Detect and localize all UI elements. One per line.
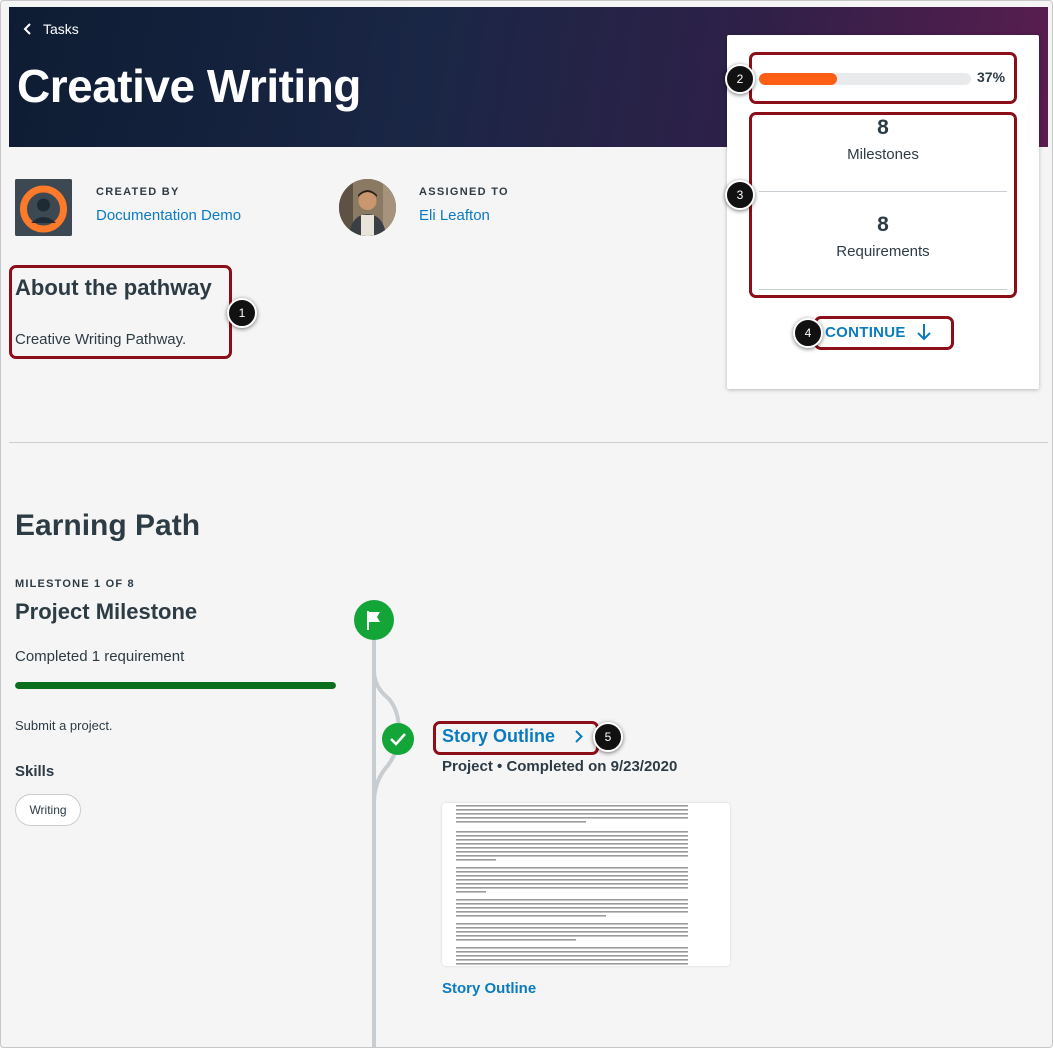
requirement-link[interactable]: Story Outline: [442, 726, 583, 747]
earning-path-title: Earning Path: [15, 509, 201, 542]
assignee-photo: [339, 179, 396, 236]
app-window: Tasks Creative Writing CREATED BY Docume…: [0, 0, 1053, 1048]
progress-bar-fill: [759, 73, 838, 85]
chevron-right-icon: [575, 730, 583, 743]
milestone-flag-icon: [354, 600, 394, 640]
progress-percent: 37%: [977, 69, 1006, 85]
milestones-label: Milestones: [847, 146, 919, 163]
milestone-description: Submit a project.: [15, 718, 113, 733]
page-title: Creative Writing: [17, 60, 361, 112]
requirement-title: Story Outline: [442, 726, 556, 746]
milestone-title: Project Milestone: [15, 599, 198, 624]
assigned-to-link[interactable]: Eli Leafton: [419, 207, 490, 224]
stats-divider: [759, 191, 1007, 192]
skill-tag[interactable]: Writing: [15, 794, 81, 826]
attachment-caption-link[interactable]: Story Outline: [442, 980, 536, 997]
assigned-to-label: ASSIGNED TO: [419, 186, 509, 198]
about-title: About the pathway: [15, 275, 212, 300]
earning-path-timeline: [354, 600, 414, 1047]
attachment-thumbnail[interactable]: [442, 803, 730, 966]
requirement-meta: Project • Completed on 9/23/2020: [442, 758, 678, 775]
milestones-count: 8: [877, 116, 889, 139]
requirement-complete-check-icon: [382, 723, 414, 755]
creator-logo-icon: [15, 179, 72, 236]
document-preview-image: [442, 803, 730, 966]
milestone-completed-text: Completed 1 requirement: [15, 648, 185, 665]
callout-badge-1: 1: [227, 298, 257, 328]
created-by-link[interactable]: Documentation Demo: [96, 207, 241, 224]
callout-badge-2: 2: [725, 64, 755, 94]
callout-badge-3: 3: [725, 180, 755, 210]
callout-badge-5: 5: [593, 722, 623, 752]
created-by-label: CREATED BY: [96, 186, 180, 198]
stats-divider-bottom: [759, 289, 1007, 290]
continue-button[interactable]: CONTINUE: [825, 323, 932, 341]
milestone-counter: MILESTONE 1 OF 8: [15, 578, 135, 590]
about-text: Creative Writing Pathway.: [15, 331, 187, 348]
section-divider: [9, 442, 1048, 443]
arrow-down-icon: [917, 324, 931, 341]
pathway-progress-bar: [759, 73, 971, 85]
milestone-progress-fill: [15, 682, 336, 689]
requirements-count: 8: [877, 213, 889, 236]
skills-title: Skills: [15, 763, 55, 780]
continue-label: CONTINUE: [825, 323, 906, 341]
back-link-label: Tasks: [43, 21, 79, 37]
creator-avatar: [15, 179, 72, 236]
requirements-label: Requirements: [836, 243, 930, 260]
back-to-tasks-link[interactable]: Tasks: [23, 21, 79, 37]
callout-badge-4: 4: [793, 318, 823, 348]
chevron-left-icon: [23, 23, 31, 35]
milestone-progress-bar: [15, 682, 336, 689]
assignee-avatar: [339, 179, 396, 236]
